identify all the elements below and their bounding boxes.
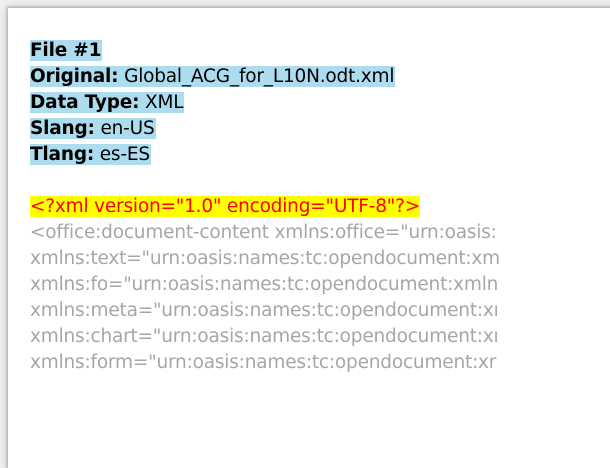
tlang-value: es-ES — [99, 144, 150, 165]
tlang-highlight: Tlang: es-ES — [30, 144, 151, 165]
original-highlight: Original: Global_ACG_for_L10N.odt.xml — [30, 66, 396, 87]
xml-line: <office:document-content xmlns:office="u… — [30, 222, 497, 243]
tlang-line: Tlang: es-ES — [30, 142, 610, 168]
original-value: Global_ACG_for_L10N.odt.xml — [124, 66, 395, 87]
xml-line: xmlns:meta="urn:oasis:names:tc:opendocum… — [30, 300, 499, 321]
slang-value: en-US — [100, 118, 155, 139]
xml-declaration-line: <?xml version="1.0" encoding="UTF-8"?> — [30, 194, 610, 220]
file-title: File #1 — [30, 40, 102, 61]
datatype-highlight: Data Type: XML — [30, 92, 185, 113]
file-title-highlight: File #1 — [30, 40, 103, 61]
tlang-label: Tlang: — [30, 144, 95, 165]
xml-line: xmlns:text="urn:oasis:names:tc:opendocum… — [30, 248, 501, 269]
datatype-line: Data Type: XML — [30, 90, 610, 116]
slang-line: Slang: en-US — [30, 116, 610, 142]
slang-highlight: Slang: en-US — [30, 118, 156, 139]
xml-line: xmlns:chart="urn:oasis:names:tc:opendocu… — [30, 326, 499, 347]
xml-declaration: <?xml version="1.0" encoding="UTF-8"?> — [30, 196, 421, 217]
xml-line: xmlns:fo="urn:oasis:names:tc:opendocumen… — [30, 274, 499, 295]
datatype-value: XML — [144, 92, 184, 113]
original-line: Original: Global_ACG_for_L10N.odt.xml — [30, 64, 610, 90]
xml-line: xmlns:form="urn:oasis:names:tc:opendocum… — [30, 352, 497, 373]
document-content: File #1 Original: Global_ACG_for_L10N.od… — [30, 38, 610, 376]
datatype-label: Data Type: — [30, 92, 140, 113]
original-label: Original: — [30, 66, 119, 87]
file-title-line: File #1 — [30, 38, 610, 64]
document-page: File #1 Original: Global_ACG_for_L10N.od… — [8, 8, 610, 468]
slang-label: Slang: — [30, 118, 95, 139]
